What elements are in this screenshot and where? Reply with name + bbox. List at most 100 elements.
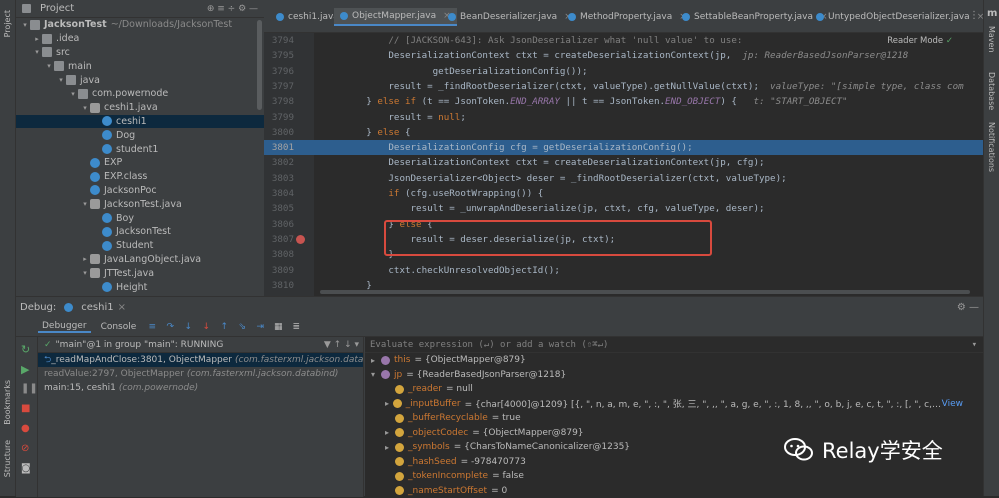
tool-window-project[interactable]: Project [3,10,12,37]
evaluate-icon[interactable]: ▦ [272,321,284,333]
tree-item[interactable]: ▾JacksonTest.java [16,197,264,211]
expand-down-icon[interactable]: ▾ [44,62,54,70]
tree-item[interactable]: Student [16,239,264,253]
reader-mode-toggle[interactable]: Reader Mode ✓ [887,36,953,46]
tree-item[interactable]: EXP [16,156,264,170]
tab-debugger[interactable]: Debugger [38,321,91,333]
expand-right-icon[interactable]: ▸ [80,255,90,263]
code-line[interactable]: 3798 } else if (t == JsonToken.END_ARRAY… [264,94,983,109]
stack-frame[interactable]: ⮌ _readMapAndClose:3801, ObjectMapper(co… [38,353,363,367]
breakpoint-icon[interactable] [296,235,305,244]
code-line[interactable]: 3799 result = null; [264,110,983,125]
tree-item[interactable]: Dog [16,128,264,142]
layout-icon[interactable]: ≣ [290,321,302,333]
code-line[interactable]: 3801 DeserializationConfig cfg = getDese… [264,140,983,155]
tree-item[interactable]: ▾java [16,73,264,87]
camera-icon[interactable]: ◙ [21,463,31,474]
run-to-cursor-icon[interactable]: ⇥ [254,321,266,333]
tool-window-database[interactable]: Database [987,72,996,110]
code-line[interactable]: 3803 JsonDeserializer<Object> deser = _f… [264,171,983,186]
stack-frame[interactable]: main:15, ceshi1(com.powernode) [38,381,363,395]
tool-window-bookmarks[interactable]: Bookmarks [3,380,12,425]
expand-toggle-icon[interactable]: ▸ [385,443,395,452]
tree-item[interactable]: Boy [16,211,264,225]
tree-item[interactable]: ▸.idea [16,32,264,46]
force-step-into-icon[interactable]: ↓ [200,321,212,333]
editor-horizontal-scrollbar[interactable] [320,290,970,294]
variable-row[interactable]: _tokenIncomplete= false [365,469,983,484]
variable-row[interactable]: ▸this= {ObjectMapper@879} [365,353,983,368]
expand-down-icon[interactable]: ▾ [32,48,42,56]
step-over-icon[interactable]: ↷ [164,321,176,333]
expand-down-icon[interactable]: ▾ [56,76,66,84]
code-line[interactable]: 3802 DeserializationContext ctxt = creat… [264,155,983,170]
rerun-icon[interactable]: ↻ [21,343,30,356]
tool-window-notifications[interactable]: Notifications [987,122,996,172]
thread-selector[interactable]: ✓ "main"@1 in group "main": RUNNING ▼ ↑ … [38,337,363,353]
code-line[interactable]: 3805 result = _unwrapAndDeserialize(jp, … [264,201,983,216]
variable-row[interactable]: _reader= null [365,382,983,397]
mute-breakpoints-icon[interactable]: ⊘ [21,443,29,454]
tree-item[interactable]: ▾JacksonTest~/Downloads/JacksonTest [16,18,264,32]
code-line[interactable]: 3800 } else { [264,125,983,140]
editor-tab[interactable]: MethodProperty.java× [562,8,693,26]
tree-item[interactable]: ceshi1 [16,115,264,129]
stop-icon[interactable]: ■ [21,403,30,414]
tree-item[interactable]: ▾src [16,46,264,60]
expand-down-icon[interactable]: ▾ [20,21,30,29]
expand-down-icon[interactable]: ▾ [80,104,90,112]
code-editor[interactable]: 3794 // [JACKSON-643]: Ask JsonDeseriali… [264,33,983,296]
tree-item[interactable]: ▾ceshi1.java [16,101,264,115]
step-into-icon[interactable]: ↓ [182,321,194,333]
expand-toggle-icon[interactable]: ▸ [371,356,381,365]
expand-down-icon[interactable]: ▾ [80,269,90,277]
code-line[interactable]: 3794 // [JACKSON-643]: Ask JsonDeseriali… [264,33,983,48]
debug-session-tab[interactable]: ceshi1× [64,302,126,313]
debug-settings-icon[interactable]: ⚙ — [957,302,979,313]
project-toolbar-icons[interactable]: ⊕ ≡ ÷ ⚙ — [207,4,258,14]
variable-row[interactable]: ▸_inputBuffer= {char[4000]@1209} [{, ", … [365,397,983,412]
expand-right-icon[interactable]: ▸ [32,35,42,43]
tree-item[interactable]: ▾JTTest.java [16,266,264,280]
tree-item[interactable]: student1 [16,142,264,156]
editor-tab[interactable]: BeanDeserializer.java× [442,8,578,26]
variable-row[interactable]: _bufferRecyclable= true [365,411,983,426]
project-scrollbar[interactable] [257,20,262,110]
show-execution-point-icon[interactable]: ≡ [146,321,158,333]
expand-down-icon[interactable]: ▾ [80,200,90,208]
step-out-icon[interactable]: ↑ [218,321,230,333]
editor-tab[interactable]: UntypedObjectDeserializer.java× [810,8,990,26]
code-line[interactable]: 3797 result = _findRootDeserializer(ctxt… [264,79,983,94]
stack-frame[interactable]: readValue:2797, ObjectMapper(com.fasterx… [38,367,363,381]
code-line[interactable]: 3809 ctxt.checkUnresolvedObjectId(); [264,263,983,278]
tab-console[interactable]: Console [97,322,141,332]
code-line[interactable]: 3795 DeserializationContext ctxt = creat… [264,48,983,63]
tree-item[interactable]: ▸JavaLangObject.java [16,253,264,267]
editor-tab[interactable]: ObjectMapper.java× [334,8,457,26]
tree-item[interactable]: JacksonTest [16,225,264,239]
evaluate-expression-input[interactable]: Evaluate expression (↵) or add a watch (… [365,337,983,353]
tree-item[interactable]: EXP.class [16,170,264,184]
tool-window-maven[interactable]: Maven [987,26,996,53]
expand-toggle-icon[interactable]: ▸ [385,399,393,408]
frames-toolbar-icons[interactable]: ▼ ↑ ↓ ▾ [324,340,363,350]
view-breakpoints-icon[interactable]: ● [21,423,30,434]
project-title[interactable]: Project [40,3,74,14]
expand-toggle-icon[interactable]: ▸ [385,428,395,437]
eval-history-icon[interactable]: ▾ [972,340,983,350]
tree-item[interactable]: ▾com.powernode [16,87,264,101]
tree-item[interactable]: ▾main [16,59,264,73]
pause-icon[interactable]: ❚❚ [21,383,38,394]
drop-frame-icon[interactable]: ⇘ [236,321,248,333]
tree-item[interactable]: Height [16,280,264,294]
tab-more-icon[interactable]: ⋮ [969,10,979,21]
expand-toggle-icon[interactable]: ▾ [371,370,381,379]
code-line[interactable]: 3804 if (cfg.useRootWrapping()) { [264,186,983,201]
tool-window-structure[interactable]: Structure [3,440,12,477]
tree-item[interactable]: JacksonPoc [16,184,264,198]
expand-down-icon[interactable]: ▾ [68,90,78,98]
code-line[interactable]: 3796 getDeserializationConfig()); [264,64,983,79]
view-link[interactable]: View [942,399,983,409]
variable-row[interactable]: ▾jp= {ReaderBasedJsonParser@1218} [365,368,983,383]
resume-icon[interactable]: ▶ [21,363,29,376]
